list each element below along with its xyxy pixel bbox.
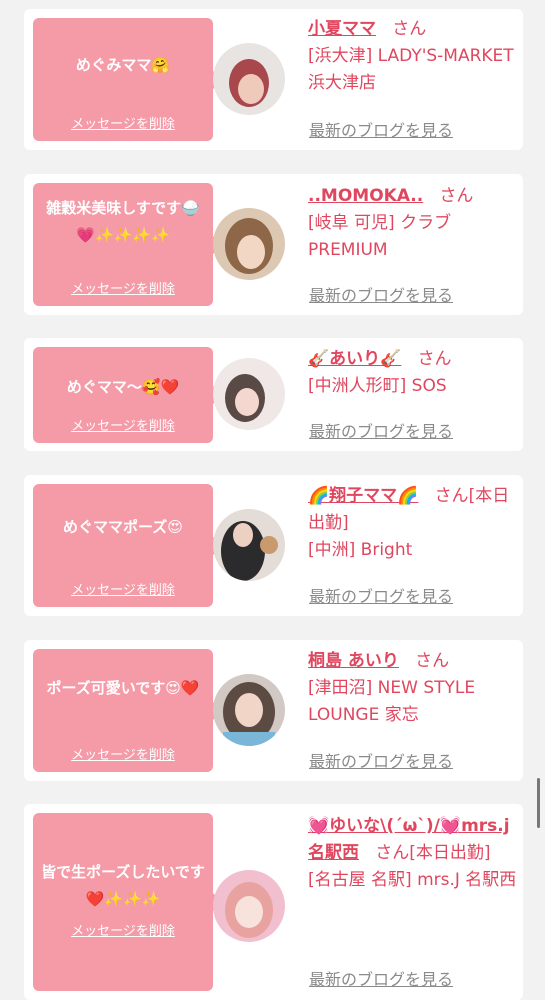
avatar[interactable]	[213, 208, 285, 280]
sender-info: 🌈翔子ママ🌈 さん[本日出勤] [中洲] Bright	[308, 483, 518, 564]
honorific: さん	[439, 186, 474, 206]
shop-text: [中洲] Bright	[308, 540, 413, 560]
delete-message-link[interactable]: メッセージを削除	[33, 744, 213, 763]
message-text: めぐみママ🤗	[75, 56, 171, 74]
honorific: さん	[434, 486, 469, 506]
delete-message-link[interactable]: メッセージを削除	[33, 415, 213, 434]
message-card: めぐみママ🤗 メッセージを削除 小夏ママ さん [浜大津] LADY'S-MAR…	[24, 9, 523, 150]
sender-name-link[interactable]: 🎸あいり🎸	[308, 349, 401, 369]
shop-text: [中洲人形町] SOS	[308, 376, 447, 396]
shop-text: [津田沼] NEW STYLE LOUNGE 家忘	[308, 678, 476, 725]
delete-message-link[interactable]: メッセージを削除	[33, 113, 213, 132]
avatar[interactable]	[213, 43, 285, 115]
honorific: さん	[417, 349, 452, 369]
avatar[interactable]	[213, 674, 285, 746]
message-card: ポーズ可愛いです😍❤️ メッセージを削除 桐島 あいり さん [津田沼] NEW…	[24, 640, 523, 781]
message-card: 雑穀米美味しすです🍚💗✨✨✨✨ メッセージを削除 ..MOMOKA.. さん […	[24, 174, 523, 315]
sender-name-link[interactable]: ..MOMOKA..	[308, 186, 423, 206]
message-bubble: 雑穀米美味しすです🍚💗✨✨✨✨ メッセージを削除	[33, 183, 222, 306]
latest-blog-link[interactable]: 最新のブログを見る	[309, 583, 453, 607]
delete-message-link[interactable]: メッセージを削除	[33, 278, 213, 297]
latest-blog-link[interactable]: 最新のブログを見る	[309, 282, 453, 306]
sender-info: 🎸あいり🎸 さん [中洲人形町] SOS	[308, 346, 518, 400]
honorific: さん	[392, 19, 427, 39]
message-card: 皆で生ポーズしたいです❤️✨✨✨ メッセージを削除 💓ゆいな\(´ω`)/💓mr…	[24, 804, 523, 1000]
message-card: めぐママポーズ😍 メッセージを削除 🌈翔子ママ🌈 さん[本日出勤] [中洲] B…	[24, 475, 523, 616]
latest-blog-link[interactable]: 最新のブログを見る	[309, 966, 453, 990]
sender-name-link[interactable]: 小夏ママ	[308, 19, 376, 39]
message-bubble: ポーズ可愛いです😍❤️ メッセージを削除	[33, 649, 222, 772]
latest-blog-link[interactable]: 最新のブログを見る	[309, 117, 453, 141]
message-bubble: めぐみママ🤗 メッセージを削除	[33, 18, 222, 141]
sender-info: ..MOMOKA.. さん [岐阜 可児] クラブ PREMIUM	[308, 183, 518, 264]
delete-message-link[interactable]: メッセージを削除	[33, 920, 213, 939]
shop-text: [名古屋 名駅] mrs.J 名駅西	[308, 870, 517, 890]
honorific: さん	[415, 651, 450, 671]
sender-name-link[interactable]: 🌈翔子ママ🌈	[308, 486, 418, 506]
message-bubble: めぐママ〜🥰❤️ メッセージを削除	[33, 347, 222, 443]
message-text: めぐママ〜🥰❤️	[66, 378, 180, 396]
sender-name-link[interactable]: 桐島 あいり	[308, 651, 399, 671]
latest-blog-link[interactable]: 最新のブログを見る	[309, 748, 453, 772]
avatar[interactable]	[213, 358, 285, 430]
message-bubble: 皆で生ポーズしたいです❤️✨✨✨ メッセージを削除	[33, 813, 222, 991]
honorific: さん	[375, 843, 410, 863]
message-bubble: めぐママポーズ😍 メッセージを削除	[33, 484, 222, 607]
sender-info: 小夏ママ さん [浜大津] LADY'S-MARKET 浜大津店	[308, 16, 518, 97]
message-text: 雑穀米美味しすです🍚💗✨✨✨✨	[46, 199, 200, 244]
shop-text: [浜大津] LADY'S-MARKET 浜大津店	[308, 46, 514, 93]
message-text: 皆で生ポーズしたいです❤️✨✨✨	[41, 863, 205, 908]
message-text: ポーズ可愛いです😍❤️	[46, 679, 200, 697]
latest-blog-link[interactable]: 最新のブログを見る	[309, 418, 453, 442]
sender-info: 桐島 あいり さん [津田沼] NEW STYLE LOUNGE 家忘	[308, 648, 518, 729]
avatar[interactable]	[213, 509, 285, 581]
message-text: めぐママポーズ😍	[63, 518, 183, 536]
shop-text: [岐阜 可児] クラブ PREMIUM	[308, 213, 452, 260]
delete-message-link[interactable]: メッセージを削除	[33, 579, 213, 598]
scrollbar-thumb[interactable]	[537, 778, 540, 828]
sender-info: 💓ゆいな\(´ω`)/💓mrs.j名駅西 さん[本日出勤] [名古屋 名駅] m…	[308, 813, 518, 894]
message-card: めぐママ〜🥰❤️ メッセージを削除 🎸あいり🎸 さん [中洲人形町] SOS 最…	[24, 338, 523, 451]
avatar[interactable]	[213, 870, 285, 942]
status-text: [本日出勤]	[409, 843, 491, 863]
